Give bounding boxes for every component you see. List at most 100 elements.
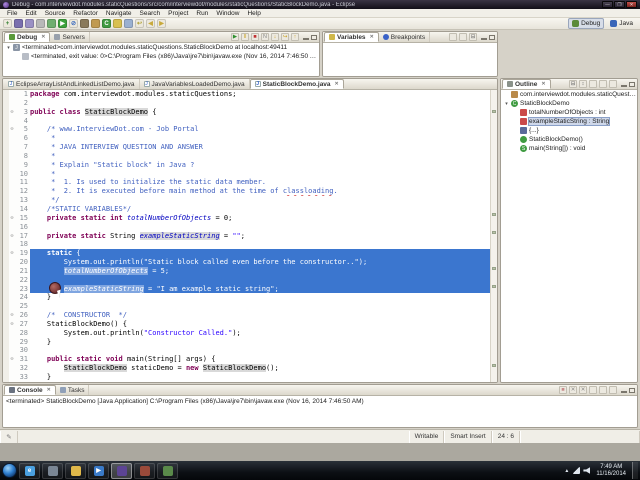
view-tab-tasks[interactable]: Tasks [56, 385, 90, 395]
code-line[interactable]: 12 * 2. It is executed before main metho… [3, 187, 497, 197]
occurrence-marker[interactable] [492, 364, 496, 367]
code-line[interactable]: ⊖ 15 private static int totalNumberOfObje… [3, 213, 497, 223]
outline-item[interactable]: StaticBlockDemo() [501, 135, 637, 144]
menu-navigate[interactable]: Navigate [102, 10, 136, 17]
menu-file[interactable]: File [3, 10, 21, 17]
outline-item[interactable]: exampleStaticString : String [501, 117, 637, 126]
last-edit-location-icon[interactable]: ↩ [135, 19, 144, 28]
hide-fields-icon[interactable] [589, 80, 597, 88]
eclipse-icon[interactable] [111, 462, 132, 479]
pin-console-icon[interactable] [609, 386, 617, 394]
step-over-icon[interactable]: ↪ [281, 33, 289, 41]
code-line[interactable]: ⊖ 31 public static void main(String[] arg… [3, 355, 497, 365]
code-line[interactable]: 24 } [3, 293, 497, 303]
debug-icon[interactable] [47, 19, 56, 28]
new-package-icon[interactable] [91, 19, 100, 28]
volume-icon[interactable] [583, 467, 591, 474]
view-tab-variables[interactable]: Variables ✕ [324, 32, 379, 42]
maximize-view-icon[interactable] [489, 34, 495, 40]
occurrence-marker[interactable] [492, 110, 496, 113]
view-tab-console[interactable]: Console ✕ [4, 385, 56, 395]
run-icon[interactable]: ▶ [58, 19, 67, 28]
perspective-debug[interactable]: Debug [568, 18, 605, 29]
occurrence-marker[interactable] [492, 231, 496, 234]
disconnect-icon[interactable]: N [261, 33, 269, 41]
editor-tab-eclipsearraylistandlinkedlistdemo-java[interactable]: J EclipseArrayListAndLinkedListDemo.java [4, 79, 140, 89]
code-line[interactable]: 11 * 1. Is used to initialize the static… [3, 178, 497, 188]
suspend-icon[interactable]: II [241, 33, 249, 41]
code-line[interactable]: 4 [3, 116, 497, 126]
console-content[interactable]: <terminated> StaticBlockDemo [Java Appli… [3, 396, 637, 427]
code-line[interactable]: 33 } [3, 373, 497, 382]
maximize-button[interactable]: ❐ [614, 1, 625, 8]
code-line[interactable]: 10 * [3, 169, 497, 179]
maximize-view-icon[interactable] [629, 81, 635, 87]
code-line[interactable]: 25 [3, 302, 497, 312]
code-line[interactable]: 23 exampleStaticString = "I am example s… [3, 284, 497, 294]
taskbar-clock[interactable]: 7:49 AM 11/16/2014 [593, 464, 629, 478]
code-line[interactable]: 16 [3, 222, 497, 232]
minimize-view-icon[interactable] [303, 37, 309, 40]
taskbar-app-icon-7[interactable] [157, 462, 178, 479]
start-button[interactable] [2, 463, 17, 478]
menu-project[interactable]: Project [164, 10, 192, 17]
code-line[interactable]: 29 } [3, 337, 497, 347]
code-line[interactable]: 6 * [3, 134, 497, 144]
outline-item[interactable]: {...} [501, 126, 637, 135]
code-line[interactable]: 2 [3, 98, 497, 108]
network-icon[interactable] [573, 467, 581, 474]
code-line[interactable]: 30 [3, 346, 497, 356]
code-line[interactable]: ⊖ 26 /* CONSTRUCTOR */ [3, 311, 497, 320]
taskbar-app-icon-2[interactable] [42, 462, 63, 479]
view-tab-outline[interactable]: Outline ✕ [502, 79, 551, 89]
remove-all-launches-icon[interactable]: ✕ [579, 386, 587, 394]
forward-icon[interactable]: ▶ [157, 19, 166, 28]
outline-item[interactable]: ▾ C StaticBlockDemo [501, 99, 637, 108]
menu-search[interactable]: Search [136, 10, 165, 17]
windows-explorer-icon[interactable] [65, 462, 86, 479]
search-icon[interactable] [113, 19, 122, 28]
code-line[interactable]: ⊖ 27 StaticBlockDemo() { [3, 319, 497, 329]
occurrence-marker[interactable] [492, 285, 496, 288]
code-line[interactable]: ⊖ 19 static { [3, 249, 497, 259]
clear-console-icon[interactable] [589, 386, 597, 394]
terminate-icon[interactable]: ■ [559, 386, 567, 394]
code-line[interactable]: 1 package com.interviewdot.modules.static… [3, 90, 497, 99]
back-icon[interactable]: ◀ [146, 19, 155, 28]
maximize-view-icon[interactable] [629, 387, 635, 393]
code-line[interactable]: 18 [3, 240, 497, 250]
close-icon[interactable]: ✕ [41, 34, 45, 40]
save-all-icon[interactable] [25, 19, 34, 28]
minimize-view-icon[interactable] [621, 390, 627, 393]
title-bar[interactable]: Debug - com.interviewdot.modules.staticQ… [0, 0, 640, 9]
outline-item[interactable]: Smain(String[]) : void [501, 144, 637, 153]
code-line[interactable]: ⊖ 5 /* www.InterviewDot.com - Job Portal [3, 125, 497, 135]
outline-item[interactable]: com.interviewdot.modules.staticQuestions [501, 90, 637, 99]
editor-tab-staticblockdemo-java[interactable]: J StaticBlockDemo.java ✕ [249, 79, 344, 89]
debug-process-row[interactable]: <terminated, exit value: 0>C:\Program Fi… [3, 52, 319, 61]
show-logical-structure-icon[interactable] [459, 33, 467, 41]
menu-edit[interactable]: Edit [21, 10, 40, 17]
overview-ruler[interactable] [490, 90, 497, 382]
code-line[interactable]: 8 * [3, 151, 497, 161]
menu-run[interactable]: Run [192, 10, 212, 17]
step-return-icon[interactable]: ↑ [291, 33, 299, 41]
new-class-icon[interactable]: C [102, 19, 111, 28]
remove-launch-icon[interactable]: ✕ [569, 386, 577, 394]
code-line[interactable]: 28 System.out.println("Constructor Calle… [3, 328, 497, 338]
code-line[interactable]: ⊖ 3 public class StaticBlockDemo { [3, 107, 497, 117]
occurrence-marker[interactable] [492, 267, 496, 270]
new-wizard-icon[interactable]: + [3, 19, 12, 28]
internet-explorer-icon[interactable]: e [19, 462, 40, 479]
code-line[interactable]: 9 * Explain "Static block" in Java ? [3, 160, 497, 170]
view-tab-servers[interactable]: Servers [50, 32, 90, 42]
perspective-java[interactable]: Java [606, 18, 637, 29]
code-line[interactable]: 14 /*STATIC VARIABLES*/ [3, 204, 497, 214]
close-icon[interactable]: ✕ [370, 34, 374, 40]
menu-help[interactable]: Help [243, 10, 264, 17]
show-desktop-button[interactable] [632, 462, 638, 479]
close-icon[interactable]: ✕ [541, 81, 545, 87]
code-line[interactable]: 7 * JAVA INTERVIEW QUESTION AND ANSWER [3, 143, 497, 152]
variables-content[interactable] [323, 43, 497, 76]
close-icon[interactable]: ✕ [47, 387, 51, 393]
